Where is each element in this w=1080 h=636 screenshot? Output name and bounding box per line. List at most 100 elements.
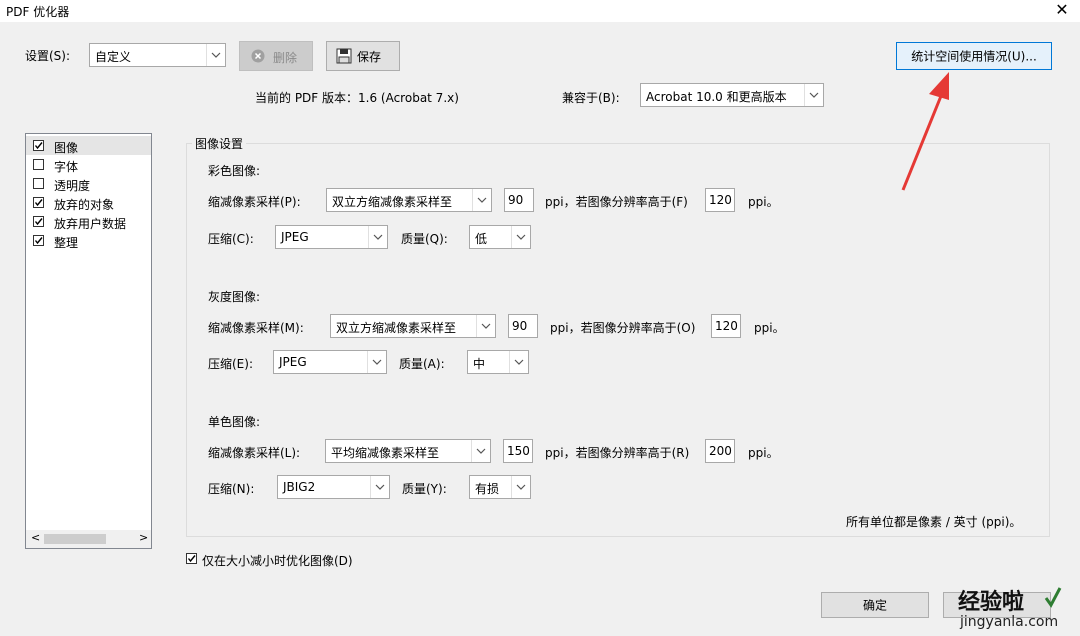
compat-label: 兼容于(B): [562,91,620,105]
scroll-right-icon[interactable]: > [139,531,148,544]
gray-quality-dropdown[interactable]: 中 [467,350,529,374]
horizontal-scrollbar[interactable]: < > [26,530,151,548]
chevron-down-icon [476,315,495,337]
mono-unit-label: ppi。 [748,446,779,460]
sidebar-item-label: 字体 [54,160,79,174]
color-ppi-field[interactable]: 90 [504,188,534,212]
mono-downsample-dropdown[interactable]: 平均缩减像素采样至 [325,439,491,463]
mono-compression-label: 压缩(N): [208,482,255,496]
list-item-selection [26,136,151,155]
checkmark-icon [1044,586,1062,611]
color-quality-value: 低 [475,232,488,246]
watermark-text: 经验啦 [958,590,1025,615]
ok-button[interactable]: 确定 [821,592,929,618]
checkbox-transparency[interactable] [33,178,44,189]
scrollbar-thumb[interactable] [44,534,106,544]
delete-label: 删除 [273,51,298,65]
gray-ppi-value: 90 [512,319,528,333]
checkbox-optimize-only[interactable] [186,553,197,564]
save-label: 保存 [357,50,382,64]
color-above-value: 120 [709,193,732,207]
mono-quality-label: 质量(Y): [402,482,447,496]
sidebar-item-label: 放弃的对象 [54,198,115,212]
mono-ppi-field[interactable]: 150 [503,439,533,463]
color-compression-value: JPEG [281,230,309,244]
color-above-field[interactable]: 120 [705,188,735,212]
settings-dropdown[interactable]: 自定义 [89,43,226,67]
mono-compression-dropdown[interactable]: JBIG2 [277,475,390,499]
chevron-down-icon [367,351,386,373]
close-icon[interactable]: ✕ [1052,0,1072,20]
sidebar-item-label: 透明度 [54,179,91,193]
chevron-down-icon [471,440,490,462]
save-button[interactable]: 保存 [326,41,400,71]
sidebar-item-label: 整理 [54,236,79,250]
mono-downsample-label: 缩减像素采样(L): [208,446,301,460]
checkbox-discard-objects[interactable] [33,197,44,208]
watermark-url: jingyanla.com [960,614,1059,630]
delete-button[interactable]: 删除 [239,41,313,71]
settings-label: 设置(S): [25,49,71,63]
window-title: PDF 优化器 [6,5,70,19]
chevron-down-icon [804,84,823,106]
annotation-arrow [901,72,949,191]
gray-images-heading: 灰度图像: [208,290,261,304]
compat-value: Acrobat 10.0 和更高版本 [646,90,787,104]
gray-downsample-value: 双立方缩减像素采样至 [336,321,457,335]
pdf-version-text: 当前的 PDF 版本：1.6 (Acrobat 7.x) [255,91,459,105]
color-downsample-value: 双立方缩减像素采样至 [332,195,453,209]
chevron-down-icon [511,476,530,498]
chevron-down-icon [206,44,225,66]
mono-quality-value: 有损 [475,482,500,496]
color-ppi-label: ppi，若图像分辨率高于(F) [545,195,688,209]
units-note: 所有单位都是像素 / 英寸 (ppi)。 [846,515,1022,529]
optimize-only-label: 仅在大小减小时优化图像(D) [202,554,353,568]
mono-above-value: 200 [709,444,732,458]
delete-icon [251,49,265,63]
settings-value: 自定义 [95,50,132,64]
chevron-down-icon [472,189,491,211]
gray-compression-value: JPEG [279,355,307,369]
gray-quality-label: 质量(A): [399,357,445,371]
gray-compression-dropdown[interactable]: JPEG [273,350,387,374]
gray-above-value: 120 [715,319,738,333]
checkbox-fonts[interactable] [33,159,44,170]
gray-compression-label: 压缩(E): [208,357,253,371]
floppy-disk-icon [336,48,352,64]
color-unit-label: ppi。 [748,195,779,209]
gray-above-field[interactable]: 120 [711,314,741,338]
gray-quality-value: 中 [473,357,486,371]
color-quality-dropdown[interactable]: 低 [469,225,531,249]
gray-unit-label: ppi。 [754,321,785,335]
color-quality-label: 质量(Q): [401,232,448,246]
color-ppi-value: 90 [508,193,524,207]
scroll-left-icon[interactable]: < [31,531,40,544]
category-list[interactable]: 图像 字体 透明度 放弃的对象 放弃用户数据 整理 < > [25,133,152,549]
mono-compression-value: JBIG2 [283,480,316,494]
mono-ppi-value: 150 [507,444,530,458]
color-compression-label: 压缩(C): [208,232,254,246]
image-settings-title: 图像设置 [192,135,247,152]
color-compression-dropdown[interactable]: JPEG [275,225,388,249]
gray-downsample-dropdown[interactable]: 双立方缩减像素采样至 [330,314,496,338]
chevron-down-icon [511,226,530,248]
mono-above-field[interactable]: 200 [705,439,735,463]
sidebar-item-label: 图像 [54,141,79,155]
watermark: 经验啦 jingyanla.com [958,584,1070,634]
gray-ppi-field[interactable]: 90 [508,314,538,338]
mono-ppi-label: ppi，若图像分辨率高于(R) [545,446,690,460]
title-bar [0,0,1080,22]
checkbox-images[interactable] [33,140,44,151]
compat-dropdown[interactable]: Acrobat 10.0 和更高版本 [640,83,824,107]
color-images-heading: 彩色图像: [208,164,261,178]
mono-images-heading: 单色图像: [208,415,261,429]
mono-quality-dropdown[interactable]: 有损 [469,475,531,499]
chevron-down-icon [509,351,528,373]
mono-downsample-value: 平均缩减像素采样至 [331,446,440,460]
checkbox-discard-user-data[interactable] [33,216,44,227]
color-downsample-dropdown[interactable]: 双立方缩减像素采样至 [326,188,492,212]
chevron-down-icon [368,226,387,248]
checkbox-clean-up[interactable] [33,235,44,246]
color-downsample-label: 缩减像素采样(P): [208,195,301,209]
chevron-down-icon [370,476,389,498]
